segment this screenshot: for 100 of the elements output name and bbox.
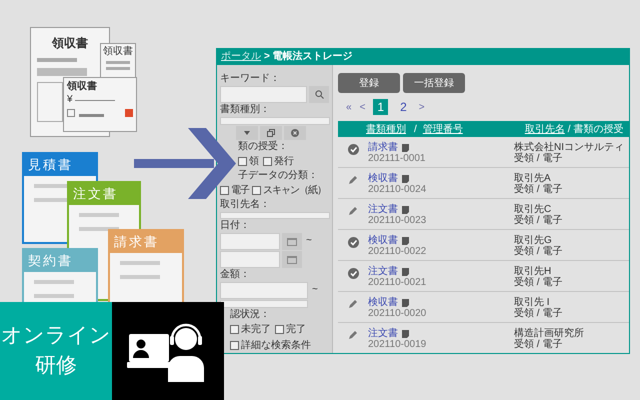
clear-button[interactable] xyxy=(284,126,306,140)
page-nav[interactable]: « xyxy=(346,100,352,114)
document-icon xyxy=(402,298,409,306)
input-field[interactable] xyxy=(220,117,330,125)
document-type-link[interactable]: 検収書 xyxy=(368,173,398,184)
column-header[interactable]: 書類種別 xyxy=(366,122,406,136)
yen-sign: ¥ xyxy=(67,95,73,105)
partner-name: 取引先C xyxy=(514,204,552,215)
exchange-type: 受領 / 電子 xyxy=(514,308,562,319)
check-circle-icon xyxy=(348,144,358,155)
column-separator: / xyxy=(414,122,417,136)
table-row[interactable]: 注文書 202110-0023 取引先C 受領 / 電子 xyxy=(338,199,629,230)
partner-name: 取引先H xyxy=(514,266,552,277)
document-type-link[interactable]: 請求書 xyxy=(368,142,398,153)
exchange-type: 受領 / 電子 xyxy=(514,277,562,288)
calendar-icon xyxy=(287,237,297,246)
column-header: / 書類の授受 xyxy=(568,122,624,136)
input-field[interactable] xyxy=(220,86,308,103)
management-number: 202110-0020 xyxy=(368,308,428,319)
action-button[interactable]: 登録 xyxy=(338,73,400,93)
checkbox[interactable] xyxy=(275,325,284,334)
management-number: 202110-0023 xyxy=(368,215,428,226)
checkbox[interactable] xyxy=(263,156,272,166)
document-type-link[interactable]: 注文書 xyxy=(368,266,398,277)
table-row[interactable]: 注文書 202110-0019 構造計画研究所 受領 / 電子 xyxy=(338,323,629,353)
input-field[interactable] xyxy=(220,251,280,268)
exchange-type: 受領 / 電子 xyxy=(514,153,564,164)
receipt-title: 領収書 xyxy=(67,81,98,93)
receipt-title: 領収書 xyxy=(103,46,133,58)
page-number[interactable]: 2 xyxy=(396,99,411,115)
checkbox-label: スキャン（紙） xyxy=(263,184,326,198)
partner-name: 構造計画研究所 xyxy=(514,328,584,339)
table-row[interactable]: 検収書 202110-0022 取引先G 受領 / 電子 xyxy=(338,230,629,261)
exchange-type: 受領 / 電子 xyxy=(514,215,562,226)
document-icon xyxy=(402,330,409,338)
checkbox-label: 未完了 xyxy=(241,322,271,338)
checkbox[interactable] xyxy=(230,325,239,334)
management-number: 202110-0024 xyxy=(368,184,428,195)
partner-name: 取引先G xyxy=(514,235,553,246)
caret-button[interactable] xyxy=(236,126,258,140)
page-nav[interactable]: > xyxy=(418,100,425,114)
search-button[interactable] xyxy=(309,86,329,103)
pencil-icon xyxy=(348,206,358,216)
field-label: キーワード： xyxy=(220,73,281,85)
input-field[interactable] xyxy=(220,300,308,308)
pencil-icon xyxy=(348,175,358,185)
checkbox[interactable] xyxy=(238,156,247,166)
breadcrumb-link[interactable]: ポータル xyxy=(221,51,261,63)
page-nav[interactable]: < xyxy=(360,100,366,114)
column-header[interactable]: 取引先名 xyxy=(524,122,565,136)
table-row[interactable]: 検収書 202110-0024 取引先A 受領 / 電子 xyxy=(338,168,629,199)
table-row[interactable]: 注文書 202110-0021 取引先H 受領 / 電子 xyxy=(338,261,629,292)
search-icon xyxy=(314,90,324,99)
management-number: 202111-0001 xyxy=(368,153,426,164)
document-title: 注文書 xyxy=(69,183,139,205)
document-type-link[interactable]: 検収書 xyxy=(368,235,398,246)
range-mark: ~ xyxy=(306,234,312,248)
column-header[interactable]: 管理番号 xyxy=(422,122,463,136)
clear-icon xyxy=(291,128,299,137)
banner-text: 研修 xyxy=(35,353,77,379)
receipt-title: 領収書 xyxy=(50,35,89,52)
document-title: 請求書 xyxy=(110,231,182,253)
stamp-icon xyxy=(125,109,133,117)
banner-text: オンライン xyxy=(1,323,111,349)
document-type-link[interactable]: 注文書 xyxy=(368,328,398,339)
checkbox[interactable] xyxy=(220,186,229,195)
checkbox-label: 電子 xyxy=(231,184,249,198)
document-icon xyxy=(402,268,409,276)
table-row[interactable]: 請求書 202111-0001 株式会社NIコンサルティ 受領 / 電子 xyxy=(338,137,629,168)
management-number: 202110-0019 xyxy=(368,339,428,350)
document-type-link[interactable]: 検収書 xyxy=(368,297,398,308)
checkbox-label: 詳細な検索条件 xyxy=(241,338,311,354)
breadcrumb-current: > 電帳法ストレージ xyxy=(264,51,353,63)
check-circle-icon xyxy=(348,237,358,248)
field-label: 金額： xyxy=(220,269,251,282)
checkbox[interactable] xyxy=(230,341,239,350)
caret-icon xyxy=(244,130,250,135)
range-mark: ~ xyxy=(312,283,318,298)
check-circle-icon xyxy=(348,268,358,279)
input-field[interactable] xyxy=(220,282,308,300)
table-row[interactable]: 検収書 202110-0020 取引先 I 受領 / 電子 xyxy=(338,292,629,323)
page-number[interactable]: 1 xyxy=(373,99,388,115)
field-label: 類の授受： xyxy=(237,140,289,153)
exchange-type: 受領 / 電子 xyxy=(514,339,564,350)
input-field[interactable] xyxy=(220,233,280,250)
field-label: 子データの分類： xyxy=(237,170,319,182)
field-label: 日付： xyxy=(220,220,251,232)
checkbox[interactable] xyxy=(252,186,261,195)
document-type-link[interactable]: 注文書 xyxy=(368,204,398,215)
management-number: 202110-0022 xyxy=(368,246,428,257)
input-field[interactable] xyxy=(220,212,330,220)
exchange-type: 受領 / 電子 xyxy=(514,246,562,257)
box-outline xyxy=(67,109,75,117)
management-number: 202110-0021 xyxy=(368,277,428,288)
table-outline xyxy=(37,82,63,122)
field-label: 取引先名： xyxy=(220,198,271,211)
partner-name: 株式会社NIコンサルティ xyxy=(514,142,624,153)
action-button[interactable]: 一括登録 xyxy=(403,73,465,93)
copy-button[interactable] xyxy=(260,126,282,140)
document-icon xyxy=(402,236,409,244)
